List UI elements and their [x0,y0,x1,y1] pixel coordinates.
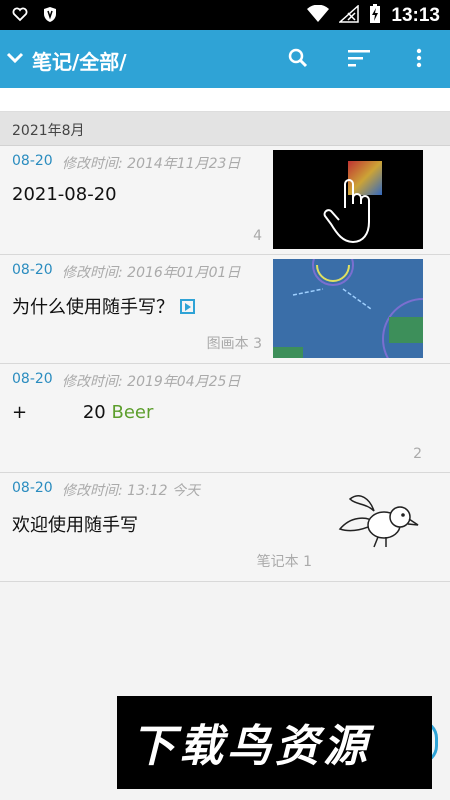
note-thumbnail [273,150,423,249]
note-meta: 笔记本 1 [256,554,312,570]
watermark-logo: 下载鸟资源 [117,696,432,789]
note-modified-time: 修改时间: 13:12 今天 [62,483,200,499]
app-bar: 笔记/全部/ [0,30,450,88]
battery-charging-icon [369,4,381,28]
list-item[interactable]: 08-20 修改时间: 2014年11月23日 2021-08-20 4 [0,146,450,255]
list-item[interactable]: 08-20 修改时间: 2019年04月25日 + 20 Beer 2 [0,364,450,473]
note-thumbnail [273,244,450,380]
note-title: 为什么使用随手写？ [12,293,195,319]
note-title: 欢迎使用随手写 [12,515,138,536]
heart-icon [12,6,28,27]
note-meta: 图画本 3 [206,336,262,352]
note-title: + 20 Beer [12,402,153,423]
note-title: 2021-08-20 [12,184,117,205]
bird-icon [330,489,420,555]
play-icon[interactable] [180,298,195,314]
note-date: 08-20 [12,480,53,496]
search-icon[interactable] [288,48,308,72]
wifi-icon [307,4,330,27]
note-modified-time: 修改时间: 2014年11月23日 [62,156,241,172]
note-date: 08-20 [12,153,53,169]
note-title-number: 20 [82,402,106,423]
sort-icon[interactable] [348,48,370,72]
note-list: 08-20 修改时间: 2014年11月23日 2021-08-20 4 08-… [0,146,450,582]
status-time: 13:13 [391,5,440,26]
signal-icon [338,4,360,27]
toolbar-divider [0,88,450,112]
chevron-down-icon[interactable] [4,47,26,73]
note-date: 08-20 [12,262,53,278]
month-section-header: 2021年8月 [0,112,450,146]
note-meta: 4 [253,228,262,244]
note-title-prefix: + [12,402,28,423]
note-meta: 2 [413,446,422,462]
note-title-text: 为什么使用随手写？ [12,297,174,318]
watermark-text: 下载鸟资源 [131,721,371,772]
month-label: 2021年8月 [12,123,85,139]
list-item[interactable]: 08-20 修改时间: 2016年01月01日 为什么使用随手写？ 图画本 3 [0,244,450,380]
shield-icon [42,6,58,27]
more-icon[interactable] [416,48,422,72]
list-item[interactable]: 08-20 修改时间: 13:12 今天 欢迎使用随手写 笔记本 1 [0,473,450,582]
note-date: 08-20 [12,371,53,387]
note-modified-time: 修改时间: 2019年04月25日 [62,374,241,390]
note-title-beer: Beer [111,402,154,423]
status-bar: 13:13 [0,0,450,30]
page-title[interactable]: 笔记/全部/ [32,46,127,75]
note-modified-time: 修改时间: 2016年01月01日 [62,265,241,281]
